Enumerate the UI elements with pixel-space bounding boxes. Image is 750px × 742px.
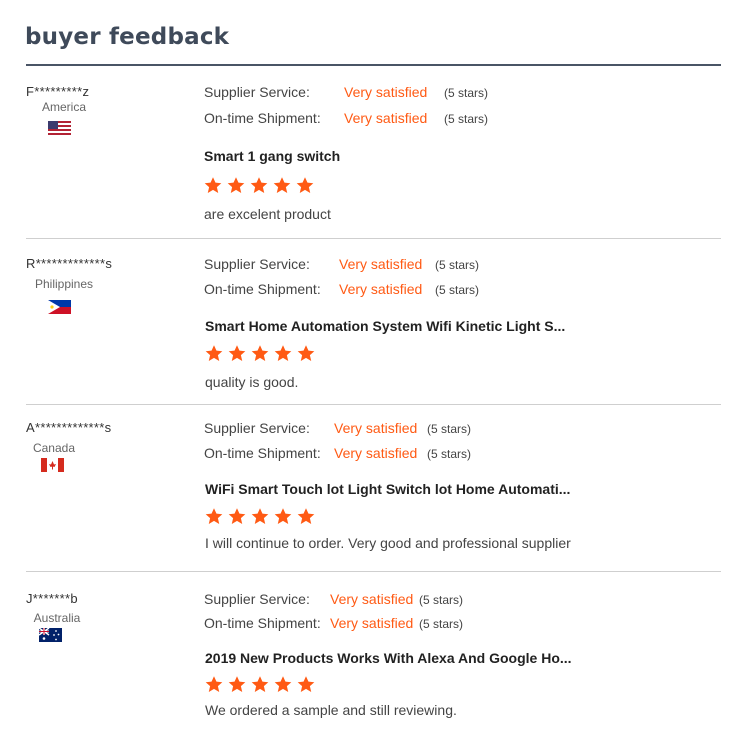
- star-icon: [204, 675, 224, 694]
- review-comment: We ordered a sample and still reviewing.: [205, 702, 457, 718]
- buyer-country: Philippines: [34, 277, 94, 291]
- title-divider: [26, 64, 721, 66]
- shipment-value: Very satisfied: [339, 281, 423, 297]
- star-icon: [204, 344, 224, 363]
- shipment-stars: (5 stars): [444, 112, 489, 126]
- review-comment: quality is good.: [205, 374, 299, 390]
- supplier-service-label: Supplier Service:: [204, 84, 310, 100]
- star-icon: [226, 176, 246, 195]
- supplier-service-label: Supplier Service:: [204, 591, 310, 607]
- star-icon: [273, 675, 293, 694]
- buyer-country: Canada: [32, 441, 76, 455]
- supplier-service-label: Supplier Service:: [204, 420, 310, 436]
- product-name[interactable]: Smart Home Automation System Wifi Kineti…: [205, 318, 565, 334]
- buyer-name: R*************s: [26, 256, 113, 271]
- review-comment: are excelent product: [204, 206, 331, 222]
- rating-stars: [204, 344, 319, 364]
- supplier-service-value: Very satisfied: [344, 84, 428, 100]
- canada-flag-icon: [41, 458, 64, 472]
- supplier-service-stars: (5 stars): [419, 593, 464, 607]
- shipment-stars: (5 stars): [427, 447, 472, 461]
- buyer-country: America: [41, 100, 86, 114]
- star-icon: [273, 507, 293, 526]
- review-divider: [26, 238, 721, 239]
- supplier-service-stars: (5 stars): [435, 258, 480, 272]
- review-divider: [26, 571, 721, 572]
- supplier-service-value: Very satisfied: [330, 591, 414, 607]
- star-icon: [272, 176, 292, 195]
- shipment-label: On-time Shipment:: [204, 110, 321, 126]
- star-icon: [227, 507, 247, 526]
- review-divider: [26, 404, 721, 405]
- star-icon: [250, 675, 270, 694]
- star-icon: [203, 176, 223, 195]
- shipment-value: Very satisfied: [330, 615, 414, 631]
- shipment-value: Very satisfied: [334, 445, 418, 461]
- star-icon: [204, 507, 224, 526]
- star-icon: [296, 344, 316, 363]
- star-icon: [227, 344, 247, 363]
- supplier-service-value: Very satisfied: [334, 420, 418, 436]
- section-title: buyer feedback: [25, 24, 230, 50]
- australia-flag-icon: [39, 628, 62, 642]
- product-name[interactable]: Smart 1 gang switch: [204, 148, 340, 164]
- buyer-country: Australia: [33, 611, 81, 625]
- buyer-name: J*******b: [26, 591, 78, 606]
- star-icon: [227, 675, 247, 694]
- star-icon: [250, 507, 270, 526]
- philippines-flag-icon: [48, 300, 71, 314]
- buyer-name: A*************s: [26, 420, 112, 435]
- rating-stars: [204, 675, 319, 695]
- star-icon: [296, 507, 316, 526]
- shipment-label: On-time Shipment:: [204, 615, 321, 631]
- shipment-stars: (5 stars): [419, 617, 464, 631]
- shipment-label: On-time Shipment:: [204, 281, 321, 297]
- buyer-name: F*********z: [26, 84, 90, 99]
- star-icon: [250, 344, 270, 363]
- supplier-service-label: Supplier Service:: [204, 256, 310, 272]
- star-icon: [296, 675, 316, 694]
- shipment-stars: (5 stars): [435, 283, 480, 297]
- buyer-feedback-section: buyer feedback F*********z America Suppl…: [0, 0, 750, 742]
- supplier-service-stars: (5 stars): [427, 422, 472, 436]
- review-comment: I will continue to order. Very good and …: [205, 535, 571, 551]
- star-icon: [249, 176, 269, 195]
- star-icon: [295, 176, 315, 195]
- rating-stars: [204, 507, 319, 527]
- rating-stars: [203, 176, 318, 196]
- shipment-label: On-time Shipment:: [204, 445, 321, 461]
- supplier-service-value: Very satisfied: [339, 256, 423, 272]
- product-name[interactable]: 2019 New Products Works With Alexa And G…: [205, 650, 572, 666]
- product-name[interactable]: WiFi Smart Touch lot Light Switch lot Ho…: [205, 481, 570, 497]
- us-flag-icon: [48, 121, 71, 135]
- star-icon: [273, 344, 293, 363]
- supplier-service-stars: (5 stars): [444, 86, 489, 100]
- shipment-value: Very satisfied: [344, 110, 428, 126]
